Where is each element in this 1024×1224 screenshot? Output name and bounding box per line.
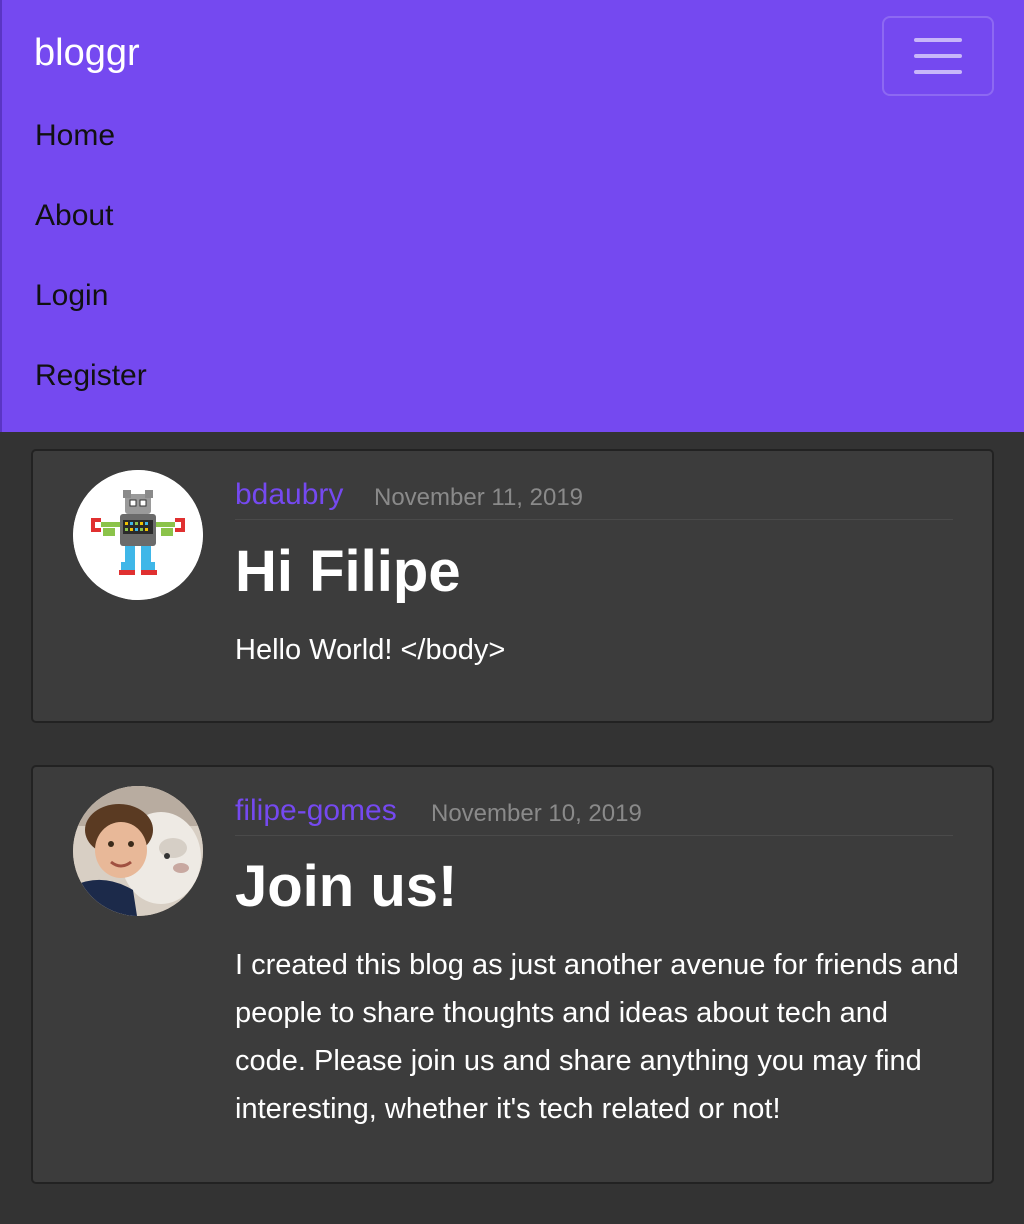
child-with-dog-avatar-icon	[73, 786, 203, 916]
author-avatar[interactable]	[73, 470, 203, 600]
post-card: bdaubry November 11, 2019 Hi Filipe Hell…	[31, 449, 994, 723]
hamburger-menu-icon-bar	[914, 38, 962, 42]
post-title[interactable]: Hi Filipe	[235, 543, 461, 601]
post-card: filipe-gomes November 10, 2019 Join us! …	[31, 765, 994, 1184]
post-meta: bdaubry November 11, 2019	[235, 480, 953, 520]
author-link[interactable]: filipe-gomes	[235, 796, 397, 826]
navbar: bloggr Home About Login Register	[0, 0, 1024, 432]
brand-link[interactable]: bloggr	[34, 34, 140, 72]
post-content: Hello World! </body>	[235, 634, 506, 666]
post-meta: filipe-gomes November 10, 2019	[235, 796, 953, 836]
author-link[interactable]: bdaubry	[235, 480, 343, 510]
nav-link-register[interactable]: Register	[35, 361, 147, 391]
nav-link-home[interactable]: Home	[35, 121, 115, 151]
post-content: I created this blog as just another aven…	[235, 949, 959, 1125]
hamburger-menu-icon-bar	[914, 70, 962, 74]
post-date: November 11, 2019	[374, 484, 584, 511]
post-title[interactable]: Join us!	[235, 858, 457, 916]
robot-avatar-icon	[73, 470, 203, 600]
nav-link-about[interactable]: About	[35, 201, 113, 231]
nav-link-login[interactable]: Login	[35, 281, 108, 311]
hamburger-menu-icon-bar	[914, 54, 962, 58]
author-avatar[interactable]	[73, 786, 203, 916]
navbar-toggler-button[interactable]	[882, 16, 994, 96]
post-date: November 10, 2019	[431, 800, 642, 827]
